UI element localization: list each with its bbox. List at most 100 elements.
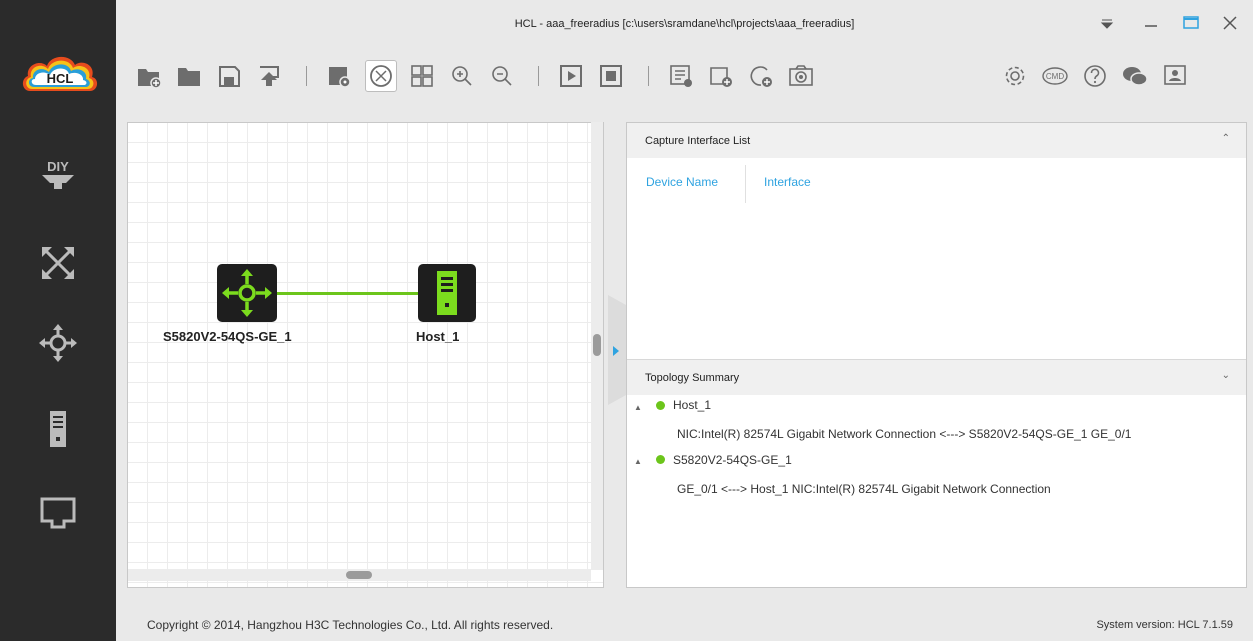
host-icon (50, 411, 66, 447)
sidebar: HCL DIY (0, 0, 116, 641)
host-icon (418, 264, 476, 322)
vertical-scroll-thumb[interactable] (593, 334, 601, 356)
expand-icon[interactable]: ⌄ (1222, 370, 1230, 381)
cmd-button[interactable]: CMD (1041, 62, 1069, 90)
switch-icon (39, 324, 77, 362)
grid-icon (411, 65, 433, 87)
sidebar-item-router[interactable] (38, 243, 78, 283)
settings-button[interactable] (1001, 62, 1029, 90)
device-label: S5820V2-54QS-GE_1 (163, 329, 292, 344)
capture-panel-title: Capture Interface List (645, 135, 751, 147)
preview-button[interactable] (325, 62, 353, 90)
svg-text:HCL: HCL (47, 71, 74, 86)
settings-icon (1005, 66, 1025, 86)
zoom-out-button[interactable] (488, 62, 516, 90)
toolbar: CMD (116, 52, 1253, 104)
zoom-in-button[interactable] (448, 62, 476, 90)
sidebar-item-diy[interactable]: DIY (38, 155, 78, 195)
zoom-out-icon (492, 66, 512, 86)
show-labels-icon (370, 65, 392, 87)
window-title: HCL - aaa_freeradius [c:\users\sramdane\… (514, 18, 855, 30)
hcl-logo: HCL (20, 49, 100, 99)
cmd-icon: CMD (1042, 67, 1068, 85)
router-icon (42, 247, 74, 279)
minimize-icon (1145, 25, 1157, 27)
chevron-right-icon (608, 295, 626, 405)
device-s5820v2[interactable] (217, 264, 277, 327)
dropdown-button[interactable] (1094, 10, 1120, 36)
close-icon (1223, 16, 1237, 30)
summary-panel-title: Topology Summary (645, 372, 740, 384)
maximize-button[interactable] (1178, 10, 1204, 36)
export-button[interactable] (255, 62, 283, 90)
add-group-icon (710, 67, 732, 87)
tree-toggle-icon[interactable]: ▲ (634, 457, 642, 466)
sidebar-item-connection[interactable] (38, 493, 78, 533)
status-dot (656, 401, 665, 410)
column-header-device-name[interactable]: Device Name (646, 175, 718, 189)
wechat-button[interactable] (1121, 62, 1149, 90)
tree-node-switch[interactable]: S5820V2-54QS-GE_1 (673, 453, 792, 467)
tree-node-detail: NIC:Intel(R) 82574L Gigabit Network Conn… (677, 427, 1132, 441)
maximize-icon (1183, 16, 1199, 29)
start-icon (560, 65, 582, 87)
add-note-button[interactable] (747, 62, 775, 90)
sidebar-item-switch[interactable] (38, 323, 78, 363)
device-host-1[interactable] (418, 264, 476, 327)
tree-node-detail: GE_0/1 <---> Host_1 NIC:Intel(R) 82574L … (677, 482, 1051, 496)
version-text: System version: HCL 7.1.59 (1096, 619, 1233, 631)
svg-text:DIY: DIY (47, 159, 69, 174)
help-button[interactable] (1081, 62, 1109, 90)
new-project-icon (138, 69, 162, 89)
open-project-button[interactable] (175, 62, 203, 90)
column-header-interface[interactable]: Interface (764, 175, 811, 189)
add-group-button[interactable] (707, 62, 735, 90)
profile-button[interactable] (1161, 62, 1189, 90)
minimize-button[interactable] (1138, 10, 1164, 36)
export-icon (260, 66, 279, 86)
diy-icon: DIY (42, 159, 74, 189)
capture-icon (789, 65, 813, 86)
show-labels-button[interactable] (365, 60, 397, 92)
toolbar-separator (648, 66, 649, 86)
status-dot (656, 455, 665, 464)
start-button[interactable] (557, 62, 585, 90)
add-note-icon (750, 66, 772, 87)
sidebar-item-host[interactable] (38, 409, 78, 449)
tree-toggle-icon[interactable]: ▲ (634, 403, 642, 412)
summary-panel-header: Topology Summary ⌄ (627, 359, 1246, 395)
tree-node-host[interactable]: Host_1 (673, 398, 711, 412)
dropdown-icon (1100, 19, 1114, 29)
panel-toggle-tab[interactable] (608, 295, 626, 405)
device-label: Host_1 (416, 329, 460, 344)
capture-panel-header: Capture Interface List ⌃ (627, 123, 1246, 158)
grid-button[interactable] (408, 62, 436, 90)
horizontal-scroll-thumb[interactable] (346, 571, 372, 579)
stop-button[interactable] (597, 62, 625, 90)
toolbar-separator (306, 66, 307, 86)
new-project-button[interactable] (135, 62, 163, 90)
stop-icon (600, 65, 622, 87)
open-project-icon (178, 68, 200, 86)
status-bar: Copyright © 2014, Hangzhou H3C Technolog… (116, 606, 1253, 641)
save-icon (219, 66, 240, 87)
zoom-in-icon (452, 66, 472, 86)
help-icon (1084, 65, 1106, 87)
capture-button[interactable] (787, 62, 815, 90)
list-button[interactable] (667, 62, 695, 90)
list-icon (670, 65, 692, 87)
title-bar: HCL - aaa_freeradius [c:\users\sramdane\… (116, 0, 1253, 52)
topology-link[interactable] (276, 292, 418, 295)
column-divider (745, 165, 746, 203)
topology-canvas[interactable] (127, 122, 604, 588)
svg-text:CMD: CMD (1046, 72, 1064, 81)
copyright-text: Copyright © 2014, Hangzhou H3C Technolog… (147, 618, 554, 632)
connection-icon (40, 497, 76, 529)
close-button[interactable] (1217, 10, 1243, 36)
save-button[interactable] (215, 62, 243, 90)
wechat-icon (1123, 67, 1148, 86)
toolbar-separator (538, 66, 539, 86)
switch-icon (217, 264, 277, 322)
collapse-icon[interactable]: ⌃ (1222, 133, 1230, 144)
right-panel: Capture Interface List ⌃ Device Name Int… (626, 122, 1247, 588)
